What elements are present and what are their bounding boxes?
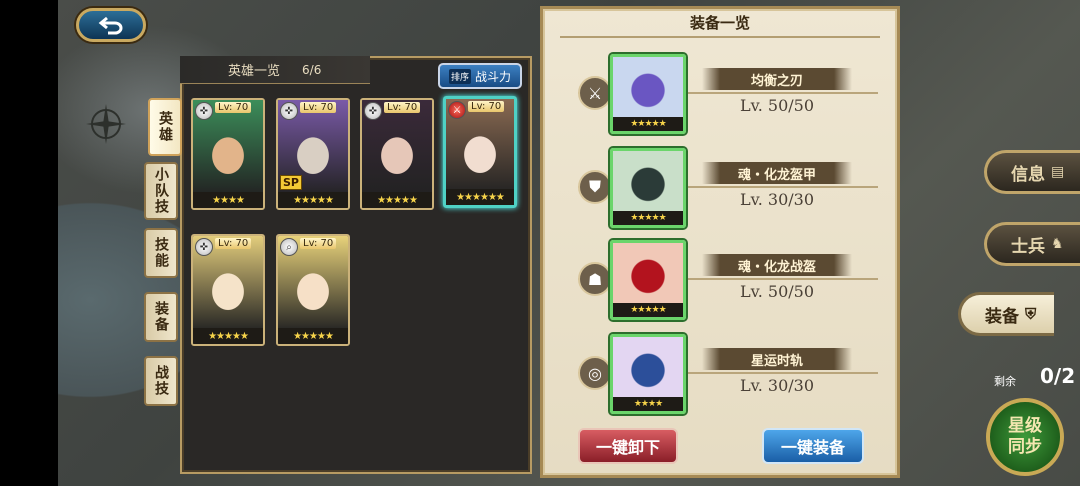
- shield-icon: ⛨: [1025, 305, 1037, 323]
- hero-stars: ★★★★★★: [446, 189, 514, 205]
- info-label: 信息: [1011, 164, 1045, 185]
- hero-card[interactable]: ✜ Lv: 70 ★★★★: [191, 98, 265, 210]
- hero-card[interactable]: ⚔ Lv: 70 ★★★★★★: [443, 96, 517, 208]
- crosshair-icon: ✜: [195, 102, 213, 120]
- equipment-stars: ★★★★: [613, 397, 683, 411]
- sword-icon: ⚔: [448, 101, 466, 119]
- equipment-name: 均衡之刃: [702, 68, 852, 90]
- hero-stars: ★★★★★: [362, 192, 432, 208]
- remain-label: 剩余: [994, 375, 1016, 388]
- equipment-level: Lv. 50/50: [739, 282, 815, 301]
- hero-level: Lv: 70: [215, 102, 252, 113]
- sp-badge: SP: [280, 175, 302, 190]
- equipment-level: Lv. 30/30: [739, 376, 815, 395]
- equipment-level: Lv. 50/50: [739, 96, 815, 115]
- equipment-image[interactable]: ★★★★★: [610, 240, 686, 320]
- armor-slot-icon: ⛊: [578, 170, 612, 204]
- search-icon: ⌕: [280, 238, 298, 256]
- tab-battle-skill-label: 战技: [153, 365, 169, 397]
- mage-icon: ✜: [280, 102, 298, 120]
- hero-level: Lv: 70: [384, 102, 421, 113]
- hero-list-header: 英雄一览 6/6: [180, 56, 370, 84]
- tab-heroes-label: 英雄: [157, 111, 173, 143]
- hero-level: Lv: 70: [300, 102, 337, 113]
- hero-level: Lv: 70: [300, 238, 337, 249]
- compass-rose-icon: [86, 104, 126, 144]
- hero-level: Lv: 70: [215, 238, 252, 249]
- soldier-button[interactable]: 士兵 ♞: [984, 222, 1080, 266]
- helmet-slot-icon: ☗: [578, 262, 612, 296]
- hero-level: Lv: 70: [468, 101, 505, 112]
- star-sync-button[interactable]: 星级同步: [986, 398, 1064, 476]
- equipment-stars: ★★★★★: [613, 211, 683, 225]
- hero-stars: ★★★★★: [278, 192, 348, 208]
- equipment-name: 魂・化龙盔甲: [702, 162, 852, 184]
- document-icon: ▤: [1051, 164, 1065, 180]
- soldier-icon: ♞: [1051, 236, 1064, 252]
- hero-list-title: 英雄一览: [228, 64, 281, 79]
- back-button[interactable]: [76, 8, 146, 42]
- equipment-image[interactable]: ★★★★★: [610, 148, 686, 228]
- equip-all-button[interactable]: 一键装备: [762, 428, 864, 464]
- sort-label: 战斗力: [475, 69, 512, 84]
- tab-heroes[interactable]: 英雄: [148, 98, 182, 156]
- back-arrow-icon: [98, 16, 123, 35]
- equipment-stars: ★★★★★: [613, 117, 683, 131]
- hero-card[interactable]: ✜ Lv: 70 SP ★★★★★: [276, 98, 350, 210]
- sort-tag: 排序: [448, 68, 471, 84]
- crosshair-icon: ✜: [195, 238, 213, 256]
- tab-equipment[interactable]: 装备: [144, 292, 178, 342]
- hero-card[interactable]: ✜ Lv: 70 ★★★★★: [360, 98, 434, 210]
- screen-edge: [0, 0, 58, 486]
- tab-skills-label: 技能: [153, 237, 169, 269]
- tab-squad-skill[interactable]: 小队技: [144, 162, 178, 220]
- equip-button[interactable]: 装备 ⛨: [958, 292, 1054, 336]
- equipment-level: Lv. 30/30: [739, 190, 815, 209]
- sort-button[interactable]: 排序 战斗力: [438, 63, 522, 89]
- info-button[interactable]: 信息 ▤: [984, 150, 1080, 194]
- soldier-label: 士兵: [1011, 236, 1045, 257]
- tab-squad-skill-label: 小队技: [153, 167, 169, 215]
- unload-all-button[interactable]: 一键卸下: [578, 428, 678, 464]
- hero-count: 6/6: [302, 62, 322, 77]
- accessory-slot-icon: ◎: [578, 356, 612, 390]
- hero-card[interactable]: ✜ Lv: 70 ★★★★★: [191, 234, 265, 346]
- hero-card[interactable]: ⌕ Lv: 70 ★★★★★: [276, 234, 350, 346]
- equipment-image[interactable]: ★★★★: [610, 334, 686, 414]
- star-sync-label: 星级同步: [1008, 416, 1042, 457]
- equipment-stars: ★★★★★: [613, 303, 683, 317]
- hero-stars: ★★★★: [193, 192, 263, 208]
- equipment-image[interactable]: ★★★★★: [610, 54, 686, 134]
- equip-label: 装备: [985, 306, 1019, 327]
- tab-skills[interactable]: 技能: [144, 228, 178, 278]
- hero-stars: ★★★★★: [278, 328, 348, 344]
- tab-battle-skill[interactable]: 战技: [144, 356, 178, 406]
- remain-value: 0/2: [1040, 364, 1076, 388]
- divider: [560, 36, 880, 38]
- equipment-name: 星运时轨: [702, 348, 852, 370]
- equipment-title: 装备一览: [689, 14, 750, 32]
- crosshair-icon: ✜: [364, 102, 382, 120]
- tab-equipment-label: 装备: [153, 301, 169, 333]
- hero-stars: ★★★★★: [193, 328, 263, 344]
- equipment-name: 魂・化龙战盔: [702, 254, 852, 276]
- sword-slot-icon: ⚔: [578, 76, 612, 110]
